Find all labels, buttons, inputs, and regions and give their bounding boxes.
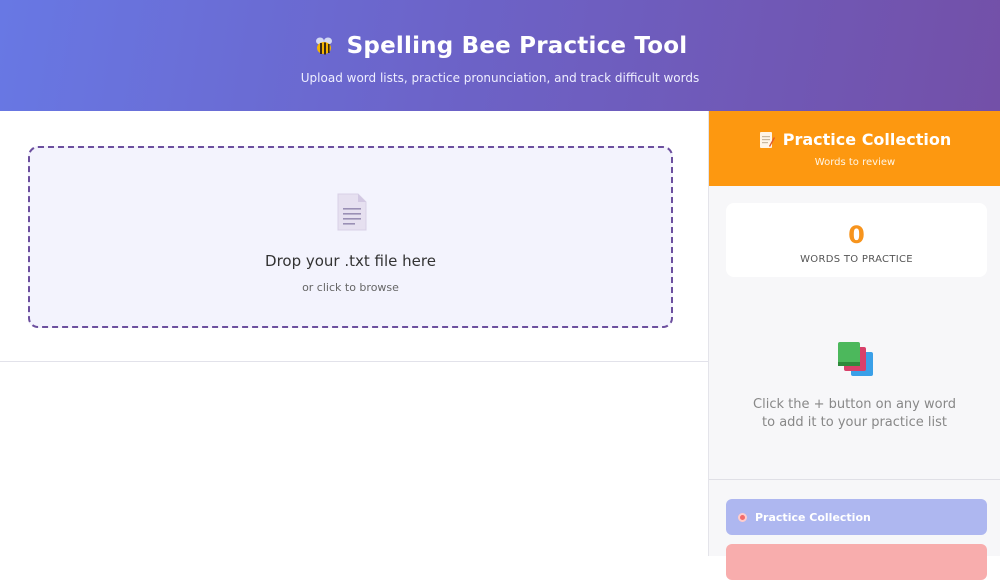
- sidebar-title-row: Practice Collection: [709, 130, 1000, 149]
- practice-count-value: 0: [848, 221, 865, 249]
- target-icon: [738, 512, 747, 522]
- memo-icon: [759, 131, 775, 149]
- books-icon: [835, 340, 879, 380]
- empty-state-line: Click the + button on any word: [753, 397, 956, 412]
- app-header: Spelling Bee Practice Tool Upload word l…: [0, 0, 1000, 111]
- sidebar-divider: [709, 479, 1000, 480]
- sidebar-header: Practice Collection Words to review: [709, 111, 1000, 186]
- clear-collection-button[interactable]: [726, 544, 987, 580]
- practice-collection-button[interactable]: Practice Collection: [726, 499, 987, 535]
- sidebar-subtitle: Words to review: [814, 157, 896, 168]
- sidebar-title: Practice Collection: [782, 130, 952, 149]
- upload-section: Drop your .txt file here or click to bro…: [0, 111, 708, 362]
- dropzone-sublabel: or click to browse: [302, 281, 399, 294]
- page-title: Spelling Bee Practice Tool: [346, 33, 688, 59]
- bee-icon: [313, 35, 335, 57]
- page-subtitle: Upload word lists, practice pronunciatio…: [300, 71, 700, 85]
- empty-state-line: to add it to your practice list: [762, 415, 947, 430]
- file-icon: [336, 192, 368, 232]
- empty-state-message: Click the + button on any word to add it…: [739, 396, 970, 432]
- practice-button-label: Practice Collection: [755, 510, 871, 524]
- header-title-row: Spelling Bee Practice Tool: [0, 33, 1000, 59]
- practice-count-card: 0 WORDS TO PRACTICE: [726, 203, 987, 277]
- file-dropzone[interactable]: Drop your .txt file here or click to bro…: [28, 146, 673, 328]
- main-content: Drop your .txt file here or click to bro…: [0, 111, 708, 556]
- practice-count-label: WORDS TO PRACTICE: [800, 254, 913, 265]
- practice-sidebar: Practice Collection Words to review 0 WO…: [708, 111, 1000, 580]
- dropzone-label: Drop your .txt file here: [265, 252, 436, 270]
